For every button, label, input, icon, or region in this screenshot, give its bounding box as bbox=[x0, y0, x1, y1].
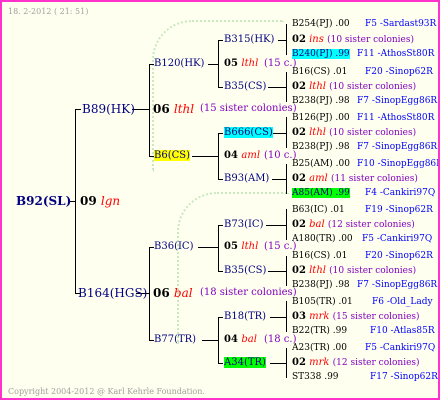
gen4-sire-tag: F10 -SinopEgg86R bbox=[357, 159, 440, 169]
root-generation: 09 lgn bbox=[80, 194, 121, 208]
gen4-gen: 02 ins (10 sister colonies) bbox=[292, 34, 415, 45]
gen2-gen: 05 lthl bbox=[224, 58, 259, 69]
gen4-dam-tag: F7 -SinopEgg86R bbox=[357, 96, 438, 106]
gen1-dam[interactable]: B164(HGS) bbox=[78, 286, 147, 300]
gen4-dam[interactable]: B238(PJ) .98 bbox=[292, 141, 350, 153]
gen4-sire[interactable]: B105(TR) .01 bbox=[292, 296, 353, 308]
gen4-dam-tag: F4 -Cankiri97Q bbox=[365, 188, 436, 198]
gen4-dam[interactable]: ST338 .99 bbox=[292, 371, 339, 383]
gen4-dam[interactable]: B238(PJ) .98 bbox=[292, 95, 350, 107]
pedigree-frame: { "header": { "date": "18. 2-2012 ( 21: … bbox=[0, 0, 440, 400]
gen3-node[interactable]: B35(CS) bbox=[224, 265, 266, 277]
gen2-node[interactable]: B77(TR) bbox=[154, 334, 196, 346]
gen4-gen: 02 lthl (10 sister colonies) bbox=[292, 81, 417, 92]
gen3-node[interactable]: B18(TR) bbox=[224, 311, 266, 323]
gen4-sire[interactable]: B16(CS) .01 bbox=[292, 250, 347, 262]
gen4-dam-tag: F5 -Cankiri97Q bbox=[362, 234, 433, 244]
gen3-node[interactable]: B73(IC) bbox=[224, 219, 263, 231]
gen4-sire-tag: F11 -AthosSt80R bbox=[357, 113, 435, 123]
gen4-dam-tag: F10 -Atlas85R bbox=[370, 326, 435, 336]
gen2-gen: 04 aml bbox=[224, 150, 261, 161]
gen4-sire[interactable]: B254(PJ) .00 bbox=[292, 18, 350, 30]
gen4-dam[interactable]: B238(PJ) .98 bbox=[292, 279, 350, 291]
gen4-dam[interactable]: A180(TR) .00 bbox=[292, 233, 353, 245]
gen4-sire-tag: F19 -Sinop62R bbox=[365, 205, 433, 215]
gen2-gen: 05 lthl bbox=[224, 241, 259, 252]
gen4-dam-tag: F11 -AthosSt80R bbox=[357, 49, 435, 59]
gen1-dam-note: (18 sister colonies) bbox=[200, 287, 297, 298]
gen4-sire-tag: F5 -Sardast93R bbox=[365, 19, 437, 29]
gen4-dam[interactable]: B240(PJ) .99 bbox=[292, 48, 350, 60]
gen4-sire-tag: F20 -Sinop62R bbox=[365, 251, 433, 261]
gen4-sire-tag: F20 -Sinop62R bbox=[365, 67, 433, 77]
gen1-sire-gen: 06 lthl bbox=[153, 102, 195, 116]
gen4-gen: 02 lthl (10 sister colonies) bbox=[292, 127, 417, 138]
gen3-node[interactable]: B666(CS) bbox=[224, 127, 273, 139]
gen4-sire[interactable]: B126(PJ) .00 bbox=[292, 112, 350, 124]
timestamp: 18. 2-2012 ( 21: 51) bbox=[8, 7, 89, 16]
gen4-sire[interactable]: B16(CS) .01 bbox=[292, 66, 347, 78]
gen4-gen: 02 mrk (12 sister colonies) bbox=[292, 357, 420, 368]
gen4-gen: 02 bal (12 sister colonies) bbox=[292, 219, 415, 230]
gen3-node[interactable]: A34(TR) bbox=[224, 357, 266, 369]
gen4-gen: 03 mrk (15 sister colonies) bbox=[292, 311, 420, 322]
gen4-dam-tag: F7 -SinopEgg86R bbox=[357, 142, 438, 152]
root-colony[interactable]: B92(SL) bbox=[16, 194, 71, 208]
gen1-sire[interactable]: B89(HK) bbox=[82, 102, 135, 116]
gen4-dam[interactable]: A85(AM) .99 bbox=[292, 187, 350, 199]
gen2-gen: 04 bal bbox=[224, 334, 257, 345]
copyright: Copyright 2004-2012 @ Karl Kehrle Founda… bbox=[8, 387, 205, 396]
gen4-sire[interactable]: B63(IC) .01 bbox=[292, 204, 345, 216]
gen4-gen: 02 aml (11 sister colonies) bbox=[292, 173, 418, 184]
gen4-sire[interactable]: B25(AM) .00 bbox=[292, 158, 350, 170]
gen1-dam-gen: 06 bal bbox=[153, 286, 193, 300]
gen3-node[interactable]: B315(HK) bbox=[224, 34, 274, 46]
gen3-node[interactable]: B35(CS) bbox=[224, 81, 266, 93]
gen2-node[interactable]: B36(IC) bbox=[154, 241, 193, 253]
gen3-node[interactable]: B93(AM) bbox=[224, 173, 269, 185]
gen4-dam-tag: F7 -SinopEgg86R bbox=[357, 280, 438, 290]
gen4-sire-tag: F5 -Cankiri97Q bbox=[365, 343, 436, 353]
gen4-sire-tag: F6 -Old_Lady bbox=[372, 297, 433, 307]
gen2-node[interactable]: B120(HK) bbox=[154, 58, 204, 70]
gen1-sire-note: (15 sister colonies) bbox=[200, 103, 297, 114]
gen4-dam[interactable]: B22(TR) .99 bbox=[292, 325, 347, 337]
gen2-node[interactable]: B6(CS) bbox=[154, 150, 191, 162]
gen4-dam-tag: F17 -Sinop62R bbox=[370, 372, 438, 382]
gen4-gen: 02 lthl (10 sister colonies) bbox=[292, 265, 417, 276]
gen4-sire[interactable]: A23(TR) .00 bbox=[292, 342, 347, 354]
